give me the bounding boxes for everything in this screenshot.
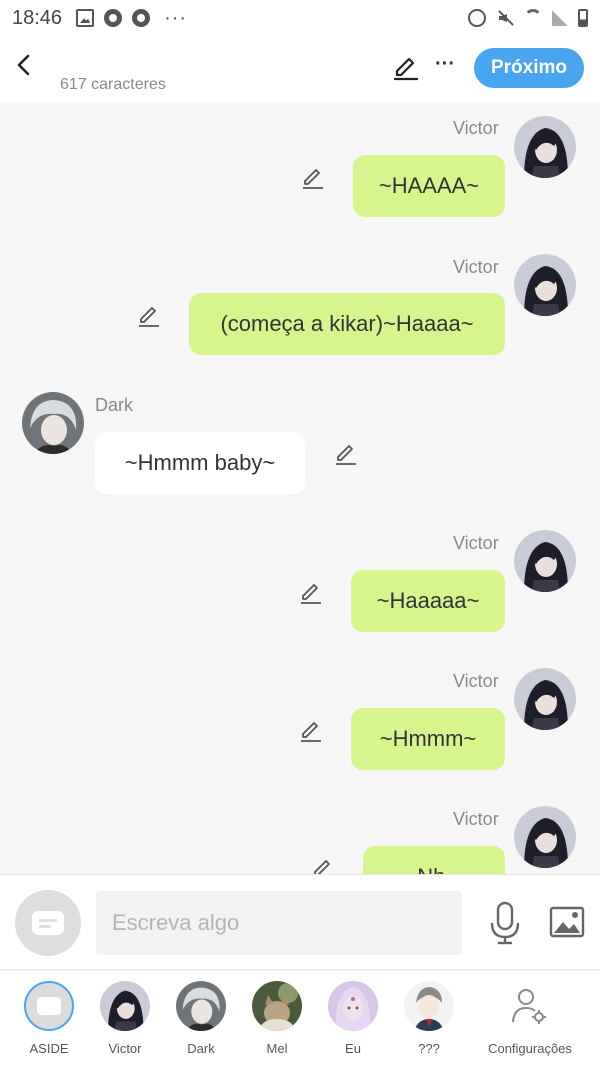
message-bubble[interactable]: ~HAAAA~ (353, 155, 505, 217)
sender-name: Victor (453, 118, 499, 138)
edit-button[interactable] (392, 54, 420, 82)
avatar-mel (252, 981, 302, 1031)
character-count: 617 caracteres (60, 76, 166, 93)
narrator-toggle-button[interactable] (15, 890, 81, 956)
mute-icon (496, 9, 514, 27)
wifi-icon (524, 9, 542, 27)
back-button[interactable] (10, 50, 38, 80)
status-time: 18:46 (12, 6, 63, 29)
message-bubble[interactable]: ~Haaaaa~ (351, 570, 505, 632)
more-options-button[interactable]: ··· (432, 54, 458, 82)
message-bubble[interactable]: ~Nh... (363, 846, 505, 874)
avatar-victor[interactable] (514, 116, 576, 178)
avatar-victor[interactable] (514, 254, 576, 316)
chrome-notification-icon (132, 9, 151, 27)
avatar-victor (100, 981, 150, 1031)
avatar-victor[interactable] (514, 668, 576, 730)
more-notifications-icon: ··· (164, 6, 188, 29)
edit-message-icon[interactable] (299, 719, 323, 743)
chrome-notification-icon (104, 9, 123, 27)
sender-name: Dark (95, 395, 134, 415)
avatar-dark[interactable] (22, 392, 84, 454)
image-icon (549, 906, 585, 938)
chevron-left-icon (17, 54, 30, 76)
character-mel[interactable]: Mel (239, 981, 315, 1061)
sender-name: Victor (453, 533, 499, 553)
avatar-victor[interactable] (514, 806, 576, 868)
microphone-button[interactable] (488, 901, 522, 945)
avatar-dark (176, 981, 226, 1031)
character-settings[interactable]: Configurações (482, 981, 578, 1061)
character-label: Victor (108, 1041, 142, 1056)
microphone-icon (490, 901, 520, 945)
battery-icon (578, 9, 588, 27)
status-bar: 18:46 ··· (0, 0, 600, 36)
avatar-eu (328, 981, 378, 1031)
character-selector: ASIDE Victor Dark Mel Eu ??? Configuraçõ… (0, 971, 600, 1067)
gallery-notification-icon (76, 9, 95, 27)
narration-icon (37, 997, 61, 1015)
edit-message-icon[interactable] (334, 442, 358, 466)
message-bubble[interactable]: ~Hmmm~ (351, 708, 505, 770)
settings-avatar (505, 981, 555, 1031)
edit-message-icon[interactable] (299, 581, 323, 605)
character-label: Dark (187, 1041, 215, 1056)
pencil-icon (393, 57, 419, 81)
next-button[interactable]: Próximo (474, 48, 584, 88)
edit-message-icon[interactable] (311, 857, 335, 874)
character-label: Eu (345, 1041, 361, 1056)
edit-message-icon[interactable] (137, 304, 161, 328)
edit-message-icon[interactable] (301, 166, 325, 190)
sender-name: Victor (453, 257, 499, 277)
sender-name: Victor (453, 809, 499, 829)
chat-area[interactable]: Victor ~HAAAA~ Victor (começa a kikar)~H… (0, 102, 600, 874)
image-button[interactable] (549, 905, 585, 939)
character-label: ASIDE (29, 1041, 69, 1056)
character-eu[interactable]: Eu (315, 981, 391, 1061)
character-dark[interactable]: Dark (163, 981, 239, 1061)
character-label: Mel (266, 1041, 288, 1056)
input-bar (0, 874, 600, 970)
avatar-unknown (404, 981, 454, 1031)
aside-avatar (24, 981, 74, 1031)
character-label: ??? (418, 1041, 440, 1056)
character-label: Configurações (488, 1041, 572, 1056)
message-bubble[interactable]: (começa a kikar)~Haaaa~ (189, 293, 505, 355)
narration-icon (32, 911, 64, 935)
editor-header: 617 caracteres ··· Próximo (0, 36, 600, 102)
character-victor[interactable]: Victor (87, 981, 163, 1061)
character-aside[interactable]: ASIDE (11, 981, 87, 1061)
alarm-icon (468, 9, 486, 27)
sender-name: Victor (453, 671, 499, 691)
character-unknown[interactable]: ??? (391, 981, 467, 1061)
avatar-victor[interactable] (514, 530, 576, 592)
person-gear-icon (512, 989, 546, 1024)
signal-icon (552, 10, 568, 26)
message-input[interactable] (96, 891, 462, 955)
message-bubble[interactable]: ~Hmmm baby~ (95, 432, 305, 494)
